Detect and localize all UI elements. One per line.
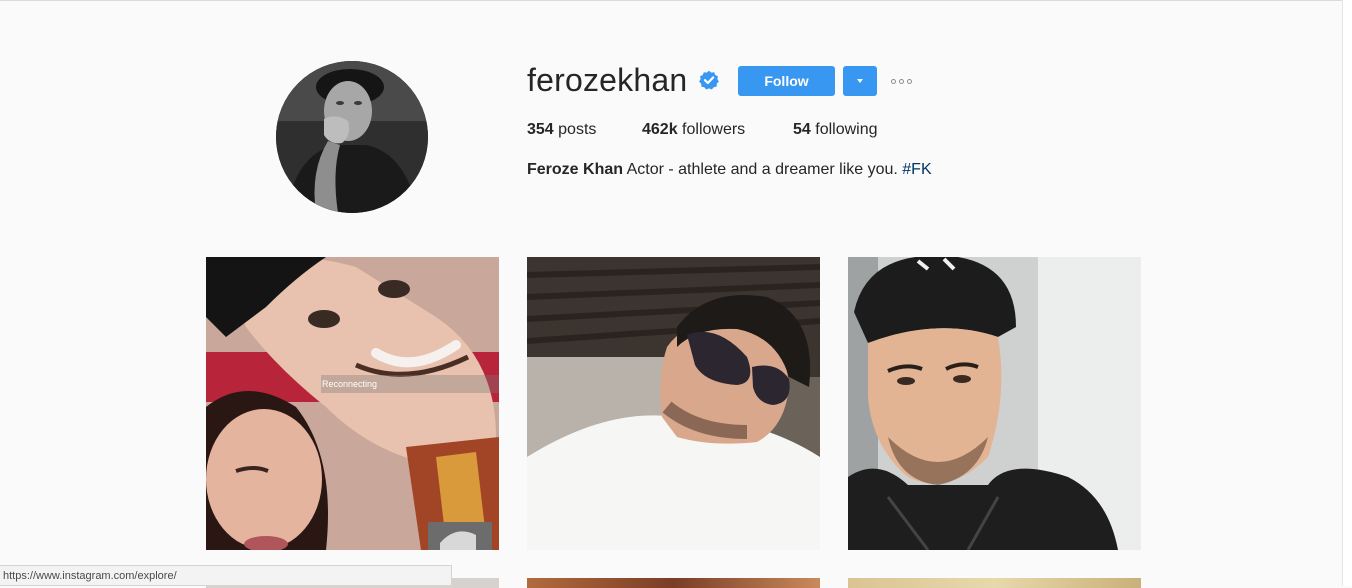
- browser-status-bar: https://www.instagram.com/explore/: [0, 565, 452, 586]
- suggested-dropdown-button[interactable]: [843, 66, 877, 96]
- caret-down-icon: [857, 79, 863, 83]
- profile-avatar[interactable]: [276, 61, 428, 213]
- post-thumbnail[interactable]: Reconnecting: [206, 257, 499, 550]
- followers-label: followers: [677, 121, 746, 138]
- profile-username: ferozekhan: [527, 62, 688, 98]
- more-dot: [907, 78, 912, 84]
- following-count-value: 54: [793, 121, 811, 138]
- posts-count: 354 posts: [527, 120, 596, 140]
- verified-badge-icon: [699, 70, 719, 90]
- posts-count-label: posts: [553, 121, 597, 138]
- followers-count-value: 462k: [642, 121, 678, 138]
- scrollbar-track[interactable]: [1342, 0, 1352, 586]
- posts-count-value: 354: [527, 121, 554, 138]
- video-reconnecting-overlay: Reconnecting: [321, 375, 499, 393]
- more-options-icon[interactable]: [891, 75, 919, 87]
- follow-button[interactable]: Follow: [738, 66, 835, 96]
- post-thumbnail[interactable]: [527, 257, 820, 550]
- post-thumbnail[interactable]: [848, 257, 1141, 550]
- followers-link[interactable]: 462k followers: [642, 120, 745, 140]
- following-label: following: [810, 121, 878, 138]
- top-border: [0, 0, 1352, 1]
- post-thumbnail[interactable]: [527, 578, 820, 588]
- bio-hashtag-link[interactable]: #FK: [902, 161, 931, 178]
- post-thumbnail[interactable]: [848, 578, 1141, 588]
- more-dot: [891, 78, 896, 84]
- profile-bio: Feroze Khan Actor - athlete and a dreame…: [527, 160, 932, 180]
- profile-full-name: Feroze Khan: [527, 161, 624, 178]
- following-link[interactable]: 54 following: [793, 120, 878, 140]
- more-dot: [899, 78, 904, 84]
- bio-text: Actor - athlete and a dreamer like you.: [623, 161, 903, 178]
